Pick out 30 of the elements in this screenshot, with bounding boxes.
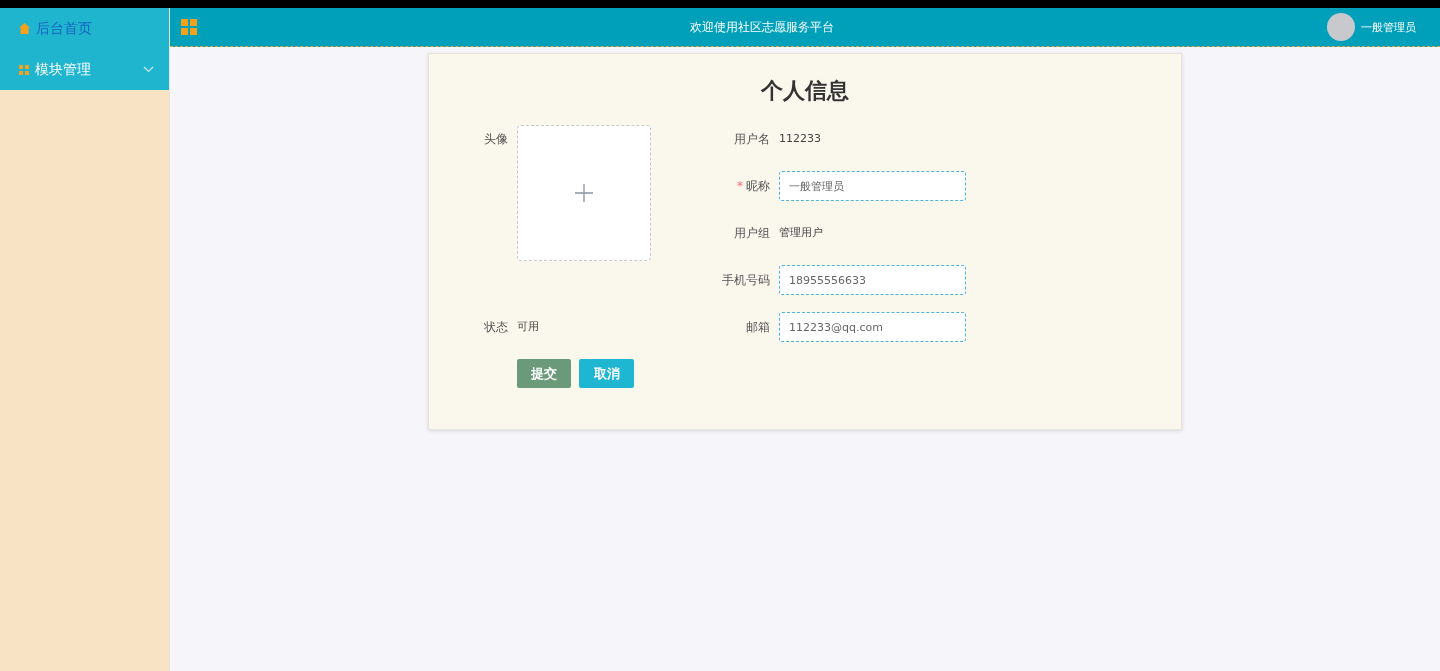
grid-icon[interactable] — [181, 19, 197, 35]
menu-item[interactable]: 后台首页 — [0, 8, 169, 49]
field-label: 手机号码 — [721, 272, 771, 289]
input-field[interactable]: 112233@qq.com — [779, 312, 966, 342]
field-value: 112233 — [779, 131, 822, 147]
header-title: 欢迎使用社区志愿服务平台 — [689, 18, 835, 36]
field-label: 状态 — [483, 319, 509, 336]
input-field[interactable]: 18955556633 — [779, 265, 966, 295]
home-icon — [19, 23, 30, 34]
field-label: 昵称 — [746, 179, 770, 193]
required-mark: * — [737, 179, 743, 193]
menu-item[interactable]: 模块管理 — [0, 49, 169, 90]
field-label: 头像 — [483, 131, 509, 148]
input-field[interactable]: 一般管理员 — [779, 171, 966, 201]
cancel-button[interactable]: 取消 — [579, 359, 634, 388]
upload-box[interactable] — [517, 125, 651, 261]
field-value: 管理用户 — [779, 225, 824, 241]
field-label: 用户名 — [733, 131, 771, 148]
plus-icon — [575, 184, 593, 202]
submit-button[interactable]: 提交 — [517, 359, 571, 388]
menu-label: 模块管理 — [35, 60, 92, 79]
menu-label: 后台首页 — [36, 19, 93, 38]
grid-icon — [19, 64, 29, 75]
field-label: 邮箱 — [745, 319, 771, 336]
field-label: 用户组 — [733, 225, 771, 242]
field-value: 可用 — [517, 319, 540, 335]
page-title: 个人信息 — [759, 77, 850, 105]
chevron-icon — [143, 66, 154, 73]
user-name[interactable]: 一般管理员 — [1361, 19, 1416, 35]
avatar-icon[interactable] — [1327, 13, 1355, 41]
